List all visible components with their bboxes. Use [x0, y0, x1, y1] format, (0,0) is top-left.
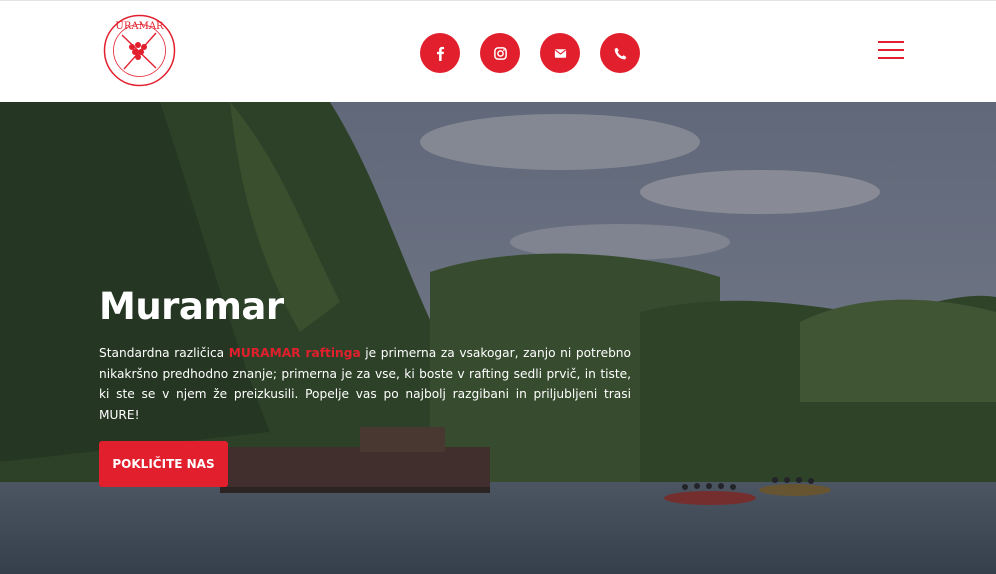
- hero-description: Standardna različica MURAMAR raftinga je…: [99, 343, 631, 425]
- email-link[interactable]: [540, 33, 580, 73]
- social-links: [420, 33, 640, 73]
- facebook-link[interactable]: [420, 33, 460, 73]
- instagram-link[interactable]: [480, 33, 520, 73]
- hamburger-menu-icon[interactable]: [878, 39, 906, 61]
- phone-icon: [614, 47, 626, 59]
- call-us-button[interactable]: POKLIČITE NAS: [99, 441, 228, 487]
- instagram-icon: [493, 46, 507, 60]
- description-text-start: Standardna različica: [99, 346, 229, 360]
- description-highlight: MURAMAR raftinga: [228, 346, 361, 360]
- facebook-icon: [436, 46, 444, 61]
- phone-link[interactable]: [600, 33, 640, 73]
- email-icon: [554, 48, 566, 58]
- muramar-logo[interactable]: URAMAR: [102, 13, 177, 88]
- svg-text:URAMAR: URAMAR: [115, 21, 164, 32]
- hero-content: Muramar Standardna različica MURAMAR raf…: [99, 285, 631, 425]
- hero-title: Muramar: [99, 285, 284, 328]
- site-header: URAMAR: [0, 0, 996, 102]
- hero-section: Muramar Standardna različica MURAMAR raf…: [0, 102, 996, 574]
